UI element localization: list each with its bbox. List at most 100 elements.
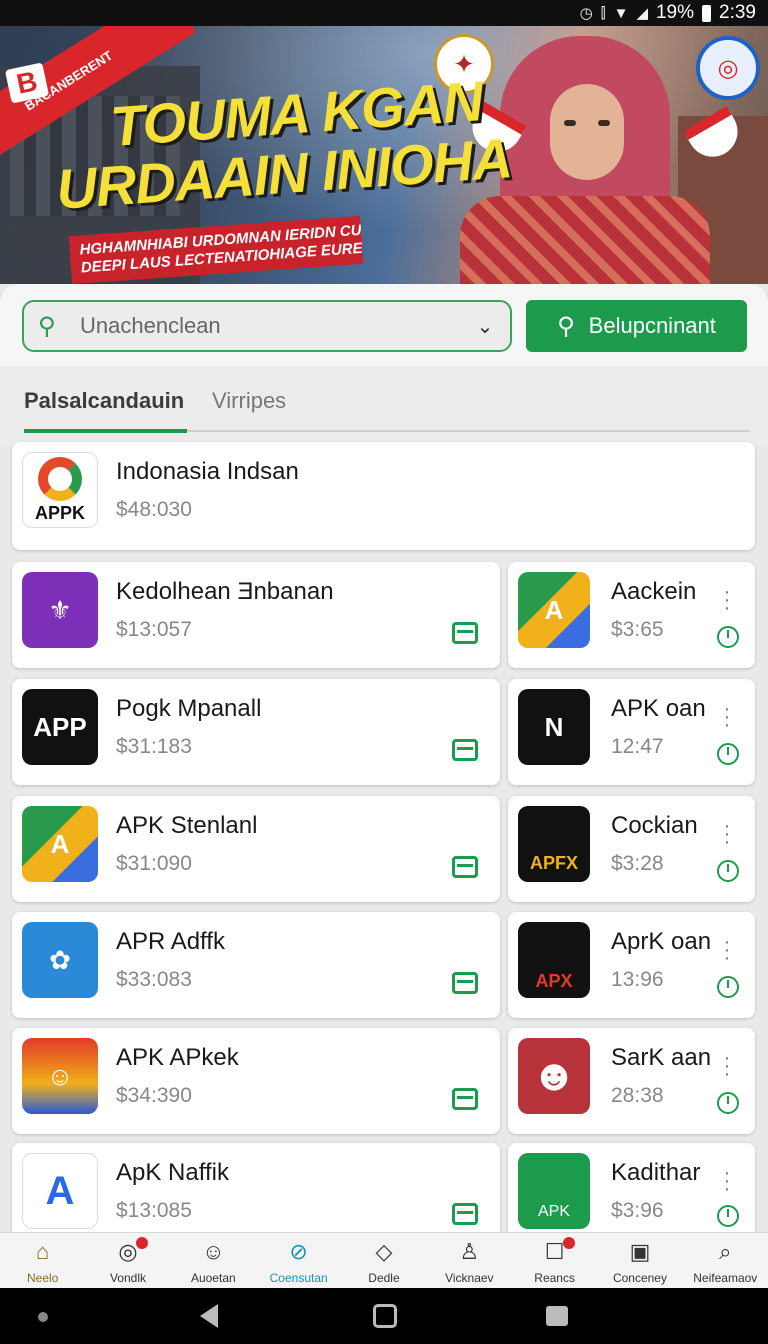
- back-icon[interactable]: [200, 1304, 218, 1328]
- nav-item-home[interactable]: ⌂ Neelo: [0, 1233, 85, 1288]
- app-icon: APP: [22, 689, 98, 765]
- search-icon: ⚲: [557, 312, 575, 340]
- bottom-navigation: ⌂ Neelo ◎ Vondlk ☺ Auoetan ⊘ Coensutan ◇…: [0, 1232, 768, 1288]
- vibrate-icon: ⫿: [600, 4, 606, 22]
- list-item[interactable]: APP Pogk Mpanall $31:183: [12, 679, 500, 785]
- app-price: $3:65: [611, 618, 664, 641]
- timer-icon[interactable]: [717, 976, 739, 998]
- nav-item-4[interactable]: ⊘ Coensutan: [256, 1233, 341, 1288]
- list-item[interactable]: A Aackein $3:65 · · ·: [508, 562, 755, 668]
- list-item[interactable]: ☻ SarK aan 28:38 · · ·: [508, 1028, 755, 1134]
- download-icon[interactable]: [452, 972, 478, 994]
- search-button-label: Belupcninant: [588, 313, 716, 338]
- app-icon: A: [22, 1153, 98, 1229]
- search-input[interactable]: ⚲ Unachenclean ⌄: [22, 300, 512, 352]
- download-icon[interactable]: [452, 1203, 478, 1225]
- chat-icon: ☐: [544, 1239, 565, 1264]
- download-icon[interactable]: [452, 1088, 478, 1110]
- wifi-icon: ▼: [613, 4, 629, 22]
- app-name: Kedolhean Ǝnbanan: [116, 578, 334, 605]
- camera-icon: ◎: [118, 1239, 138, 1264]
- more-options-icon[interactable]: · · ·: [723, 932, 731, 968]
- category-tabs: Palsalcandauin Virripes: [0, 366, 768, 446]
- list-item[interactable]: APK Kadithar $3:96 · · ·: [508, 1143, 755, 1239]
- app-name: Kadithar: [611, 1159, 701, 1186]
- list-item[interactable]: ☺ APK APkek $34:390: [12, 1028, 500, 1134]
- chevron-down-icon[interactable]: ⌄: [460, 314, 510, 339]
- app-price: $13:057: [116, 618, 192, 641]
- app-price: 12:47: [611, 735, 664, 758]
- timer-icon[interactable]: [717, 860, 739, 882]
- timer-icon[interactable]: [717, 626, 739, 648]
- download-icon[interactable]: [452, 739, 478, 761]
- download-icon[interactable]: [452, 622, 478, 644]
- diamond-icon: ◇: [375, 1239, 393, 1264]
- nav-item-9[interactable]: ⌕ Neifeamaov: [683, 1233, 768, 1288]
- list-item[interactable]: A APK Stenlanl $31:090: [12, 796, 500, 902]
- battery-icon: [702, 4, 712, 22]
- app-icon: N: [518, 689, 590, 765]
- app-name: Cockian: [611, 812, 698, 839]
- app-name: APR Adffk: [116, 928, 225, 955]
- download-icon[interactable]: [452, 856, 478, 878]
- app-price: 13:96: [611, 968, 664, 991]
- nav-item-8[interactable]: ▣ Conceney: [597, 1233, 682, 1288]
- tab-secondary[interactable]: Virripes: [212, 388, 286, 414]
- more-options-icon[interactable]: · · ·: [723, 1163, 731, 1199]
- app-name: Aackein: [611, 578, 697, 605]
- app-price: $3:28: [611, 852, 664, 875]
- notification-badge: [135, 1237, 148, 1249]
- list-item[interactable]: APFX Cockian $3:28 · · ·: [508, 796, 755, 902]
- more-options-icon[interactable]: · · ·: [723, 699, 731, 735]
- app-name: APK oan: [611, 695, 706, 722]
- home-button-icon[interactable]: [373, 1304, 397, 1328]
- list-item[interactable]: N APK oan 12:47 · · ·: [508, 679, 755, 785]
- search-button[interactable]: ⚲ Belupcninant: [526, 300, 747, 352]
- app-name: ApK Naffik: [116, 1159, 229, 1186]
- app-price: $13:085: [116, 1199, 192, 1222]
- signal-icon: ◢: [636, 5, 648, 22]
- timer-icon[interactable]: [717, 1092, 739, 1114]
- app-price: $3:96: [611, 1199, 664, 1222]
- recent-apps-icon[interactable]: [546, 1306, 568, 1326]
- app-icon: A: [518, 572, 590, 648]
- app-name: APK Stenlanl: [116, 812, 258, 839]
- more-options-icon[interactable]: · · ·: [723, 1048, 731, 1084]
- more-options-icon[interactable]: · · ·: [723, 582, 731, 618]
- monitor-icon: ▣: [629, 1239, 651, 1264]
- list-item[interactable]: A ApK Naffik $13:085: [12, 1143, 500, 1239]
- tab-primary[interactable]: Palsalcandauin: [24, 388, 184, 414]
- tab-active-indicator: [24, 429, 187, 433]
- timer-icon[interactable]: [717, 1205, 739, 1227]
- nav-item-6[interactable]: ♙ Vicknaev: [427, 1233, 512, 1288]
- search-icon: ⌕: [719, 1239, 732, 1264]
- nav-item-3[interactable]: ☺ Auoetan: [171, 1233, 256, 1288]
- more-options-icon[interactable]: · · ·: [723, 816, 731, 852]
- featured-app-card[interactable]: APPK Indonasia Indsan $48:030: [12, 442, 755, 550]
- system-navigation-bar: [0, 1288, 768, 1344]
- nav-item-2[interactable]: ◎ Vondlk: [85, 1233, 170, 1288]
- nav-item-7[interactable]: ☐ Reancs: [512, 1233, 597, 1288]
- clock: 2:39: [719, 2, 756, 23]
- search-bar-area: ⚲ Unachenclean ⌄ ⚲ Belupcninant: [0, 284, 768, 366]
- profile-icon: ☺: [202, 1239, 225, 1264]
- app-name: APK APkek: [116, 1044, 239, 1071]
- assistant-dot-icon[interactable]: [38, 1312, 48, 1322]
- app-icon: ☻: [518, 1038, 590, 1114]
- promo-banner[interactable]: BACANBERENT B ✦ ◎ TOUMA KGAN URDAAIN INI…: [0, 26, 768, 284]
- battery-level: 19%: [655, 2, 695, 23]
- list-item[interactable]: ✿ APR Adffk $33:083: [12, 912, 500, 1018]
- notification-badge: [562, 1237, 575, 1249]
- list-item[interactable]: APX AprK oan 13:96 · · ·: [508, 912, 755, 1018]
- status-bar: ◷ ⫿ ▼ ◢ 19% 2:39: [0, 0, 768, 26]
- alarm-icon: ◷: [579, 5, 593, 22]
- list-item[interactable]: ⚜ Kedolhean Ǝnbanan $13:057: [12, 562, 500, 668]
- app-price: $31:183: [116, 735, 192, 758]
- nav-item-5[interactable]: ◇ Dedle: [341, 1233, 426, 1288]
- app-name: Indonasia Indsan: [116, 458, 299, 485]
- search-placeholder: Unachenclean: [80, 313, 221, 338]
- app-name: AprK oan: [611, 928, 712, 955]
- explore-icon: ⊘: [289, 1239, 308, 1264]
- timer-icon[interactable]: [717, 743, 739, 765]
- app-icon: ✿: [22, 922, 98, 998]
